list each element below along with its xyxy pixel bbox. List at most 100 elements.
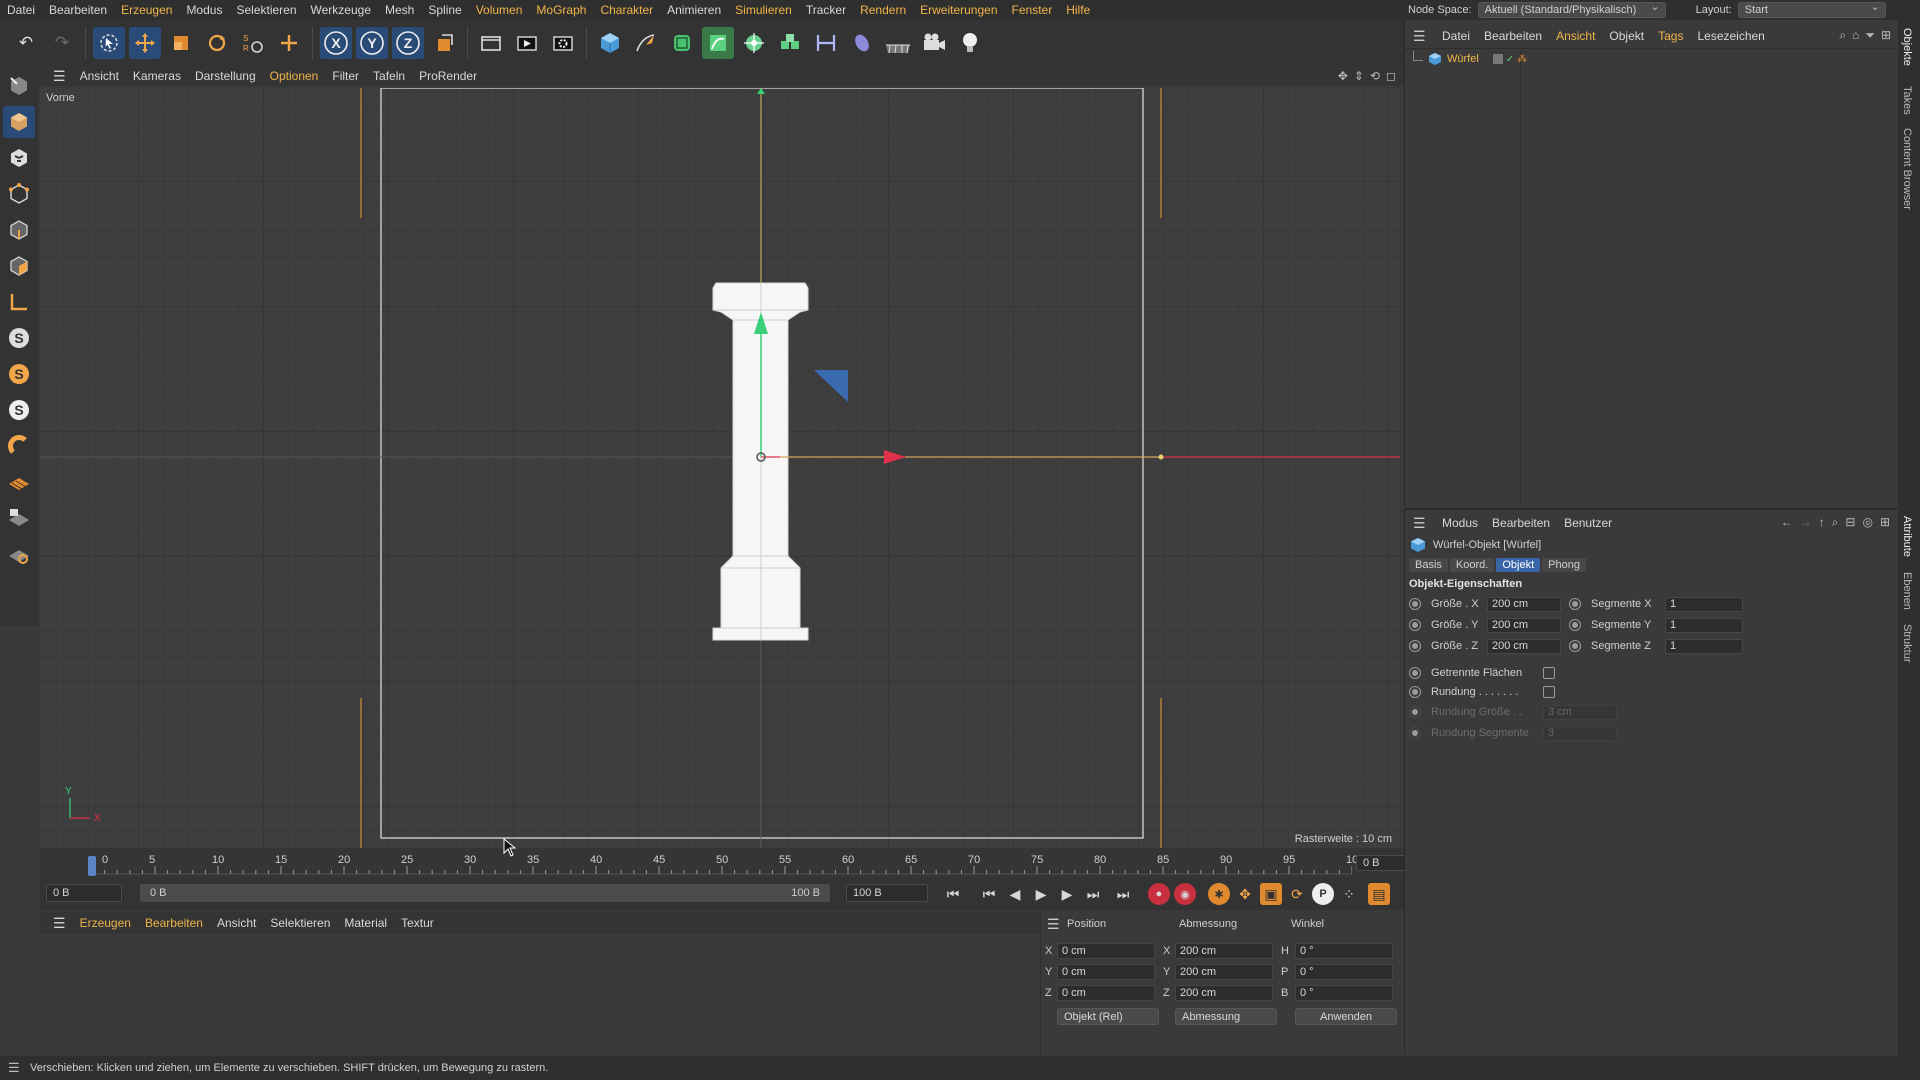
attr-menu-modus[interactable]: Modus bbox=[1435, 516, 1485, 530]
render-settings-icon[interactable] bbox=[547, 27, 579, 59]
material-menu-ansicht[interactable]: Ansicht bbox=[210, 916, 263, 930]
axis-mode-icon[interactable] bbox=[3, 286, 35, 318]
target-icon[interactable]: ◎ bbox=[1862, 515, 1872, 530]
locked-workplane-icon[interactable] bbox=[3, 502, 35, 534]
z-axis-icon[interactable]: Z bbox=[392, 27, 424, 59]
position-y-field[interactable]: 0 cm bbox=[1057, 964, 1155, 980]
viewport-menu-filter[interactable]: Filter bbox=[325, 69, 366, 83]
y-axis-icon[interactable]: Y bbox=[356, 27, 388, 59]
field-icon[interactable] bbox=[846, 27, 878, 59]
menu-volumen[interactable]: Volumen bbox=[469, 3, 530, 17]
viewport-front[interactable]: Vorne Y X Rasterweite: 10 cm bbox=[40, 88, 1400, 848]
material-menu-material[interactable]: Material bbox=[337, 916, 394, 930]
attr-menu-bearbeiten[interactable]: Bearbeiten bbox=[1485, 516, 1557, 530]
animate-toggle-icon[interactable] bbox=[1409, 640, 1421, 652]
point-level-animation-icon[interactable]: ⁘ bbox=[1336, 881, 1362, 907]
mograph-icon[interactable] bbox=[738, 27, 770, 59]
separate-faces-checkbox[interactable] bbox=[1543, 667, 1555, 679]
animate-toggle-icon[interactable] bbox=[1569, 598, 1581, 610]
visibility-check-icon[interactable]: ✓ bbox=[1506, 54, 1514, 65]
dimension-x-field[interactable]: 200 cm bbox=[1175, 943, 1273, 959]
menu-spline[interactable]: Spline bbox=[421, 3, 468, 17]
dimension-z-field[interactable]: 200 cm bbox=[1175, 985, 1273, 1001]
undo-icon[interactable]: ↶ bbox=[10, 27, 42, 59]
position-x-field[interactable]: 0 cm bbox=[1057, 943, 1155, 959]
model-mode-icon[interactable] bbox=[3, 106, 35, 138]
animate-toggle-icon[interactable] bbox=[1409, 598, 1421, 610]
material-list-area[interactable] bbox=[40, 934, 1040, 1054]
spline-icon[interactable] bbox=[702, 27, 734, 59]
rotation-b-field[interactable]: 0 ° bbox=[1295, 985, 1393, 1001]
object-menu-tags[interactable]: Tags bbox=[1651, 29, 1690, 43]
hamburger-icon[interactable]: ☰ bbox=[46, 915, 73, 932]
animate-toggle-icon[interactable] bbox=[1569, 640, 1581, 652]
hamburger-icon[interactable]: ☰ bbox=[1413, 28, 1426, 45]
tab-koord[interactable]: Koord. bbox=[1449, 558, 1495, 572]
menu-simulieren[interactable]: Simulieren bbox=[728, 3, 799, 17]
side-tab-attribute[interactable]: Attribute bbox=[1901, 516, 1913, 557]
menu-animieren[interactable]: Animieren bbox=[660, 3, 728, 17]
add-icon[interactable] bbox=[273, 27, 305, 59]
end-frame-field[interactable]: 100 B bbox=[846, 884, 928, 902]
maximize-view-icon[interactable]: ◻ bbox=[1386, 69, 1396, 83]
attr-menu-benutzer[interactable]: Benutzer bbox=[1557, 516, 1619, 530]
segments-y-field[interactable]: 1 bbox=[1665, 617, 1743, 633]
pen-icon[interactable] bbox=[630, 27, 662, 59]
texture-mode-icon[interactable] bbox=[3, 142, 35, 174]
dolly-view-icon[interactable]: ⇕ bbox=[1354, 69, 1364, 83]
hamburger-icon[interactable]: ☰ bbox=[8, 1060, 20, 1076]
object-menu-datei[interactable]: Datei bbox=[1435, 29, 1477, 43]
menu-mograph[interactable]: MoGraph bbox=[529, 3, 593, 17]
side-tab-struktur[interactable]: Struktur bbox=[1901, 624, 1913, 663]
menu-fenster[interactable]: Fenster bbox=[1005, 3, 1060, 17]
viewport-menu-prorender[interactable]: ProRender bbox=[412, 69, 484, 83]
solo-off-icon[interactable]: S bbox=[3, 322, 35, 354]
new-panel-icon[interactable]: ⊞ bbox=[1881, 28, 1891, 43]
rotate-icon[interactable] bbox=[201, 27, 233, 59]
next-frame-icon[interactable]: ▶ bbox=[1054, 881, 1080, 907]
subdivision-icon[interactable] bbox=[666, 27, 698, 59]
forward-arrow-icon[interactable]: → bbox=[1800, 515, 1812, 530]
menu-rendern[interactable]: Rendern bbox=[853, 3, 913, 17]
polygons-mode-icon[interactable] bbox=[3, 250, 35, 282]
points-mode-icon[interactable] bbox=[3, 178, 35, 210]
object-menu-lesezeichen[interactable]: Lesezeichen bbox=[1690, 29, 1771, 43]
hamburger-icon[interactable]: ☰ bbox=[1413, 515, 1426, 532]
frame-range-slider[interactable]: 0 B 100 B bbox=[140, 884, 830, 902]
rotation-p-field[interactable]: 0 ° bbox=[1295, 964, 1393, 980]
tab-phong[interactable]: Phong bbox=[1542, 558, 1586, 572]
play-icon[interactable]: ▶ bbox=[1028, 881, 1054, 907]
go-to-start-icon[interactable]: ⏮ bbox=[940, 881, 966, 907]
layout-dropdown[interactable]: Start bbox=[1737, 0, 1886, 18]
animate-toggle-icon[interactable] bbox=[1409, 667, 1421, 679]
new-panel-icon[interactable]: ⊞ bbox=[1880, 515, 1890, 530]
menu-selektieren[interactable]: Selektieren bbox=[229, 3, 303, 17]
solo-single-icon[interactable]: S bbox=[3, 358, 35, 390]
animate-toggle-icon[interactable] bbox=[1409, 686, 1421, 698]
material-menu-selektieren[interactable]: Selektieren bbox=[263, 916, 337, 930]
viewport-menu-ansicht[interactable]: Ansicht bbox=[73, 69, 126, 83]
menu-mesh[interactable]: Mesh bbox=[378, 3, 421, 17]
menu-hilfe[interactable]: Hilfe bbox=[1059, 3, 1097, 17]
rotation-track-icon[interactable]: ⟳ bbox=[1284, 881, 1310, 907]
keyframe-selection-icon[interactable]: ✱ bbox=[1208, 883, 1230, 905]
fillet-checkbox[interactable] bbox=[1543, 686, 1555, 698]
animate-toggle-icon[interactable] bbox=[1409, 619, 1421, 631]
select-icon[interactable] bbox=[93, 27, 125, 59]
dimension-mode-select[interactable]: Abmessung bbox=[1175, 1008, 1277, 1025]
side-tab-objekte[interactable]: Objekte bbox=[1901, 28, 1913, 66]
next-key-icon[interactable]: ⏭ bbox=[1080, 881, 1106, 907]
segments-z-field[interactable]: 1 bbox=[1665, 638, 1743, 654]
material-menu-textur[interactable]: Textur bbox=[394, 916, 441, 930]
viewport-menu-kameras[interactable]: Kameras bbox=[126, 69, 188, 83]
menu-erzeugen[interactable]: Erzeugen bbox=[114, 3, 179, 17]
menu-werkzeuge[interactable]: Werkzeuge bbox=[304, 3, 378, 17]
go-to-end-icon[interactable]: ⏭ bbox=[1110, 881, 1136, 907]
rotate-view-icon[interactable]: ⟲ bbox=[1370, 69, 1380, 83]
material-menu-erzeugen[interactable]: Erzeugen bbox=[73, 916, 138, 930]
x-axis-icon[interactable]: X bbox=[320, 27, 352, 59]
apply-button[interactable]: Anwenden bbox=[1295, 1008, 1397, 1025]
menu-charakter[interactable]: Charakter bbox=[593, 3, 660, 17]
timeline-window-icon[interactable]: ▤ bbox=[1368, 883, 1390, 905]
layer-icon[interactable] bbox=[1492, 54, 1503, 64]
